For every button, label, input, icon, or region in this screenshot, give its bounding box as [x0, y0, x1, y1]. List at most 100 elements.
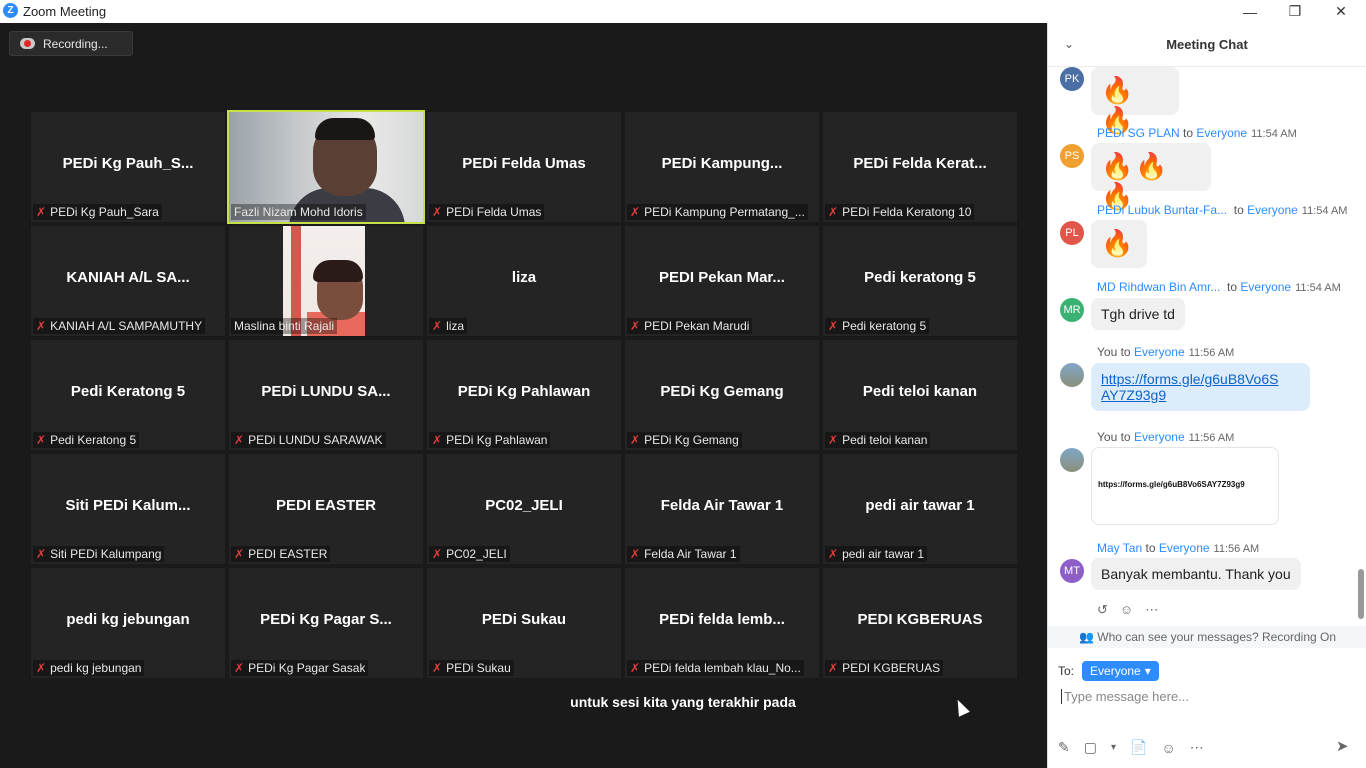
sender-name[interactable]: May Tan: [1097, 541, 1142, 555]
avatar: MR: [1060, 298, 1084, 322]
file-icon[interactable]: 📄: [1130, 739, 1147, 756]
recording-indicator[interactable]: Recording...: [9, 31, 133, 56]
participant-display-name: PEDi Felda Kerat...: [853, 155, 987, 172]
participant-tile[interactable]: Pedi teloi kanan ✗ Pedi teloi kanan: [823, 340, 1017, 450]
fire-emoji-message: 🔥🔥: [1091, 67, 1179, 135]
participant-label: ✗ PEDi Kampung Permatang_...: [627, 204, 808, 220]
chevron-down-icon[interactable]: ▾: [1111, 742, 1116, 753]
participant-name: liza: [446, 319, 465, 333]
recipient-row: To: Everyone ▾: [1058, 661, 1159, 681]
screenshot-icon[interactable]: ▢: [1084, 739, 1097, 756]
participant-tile[interactable]: PEDi Sukau ✗ PEDi Sukau: [427, 568, 621, 678]
more-options-icon[interactable]: ⋯: [1145, 602, 1158, 618]
reply-icon[interactable]: ↺: [1097, 602, 1108, 618]
more-options-icon[interactable]: ⋯: [1190, 739, 1204, 756]
participant-tile[interactable]: Pedi Keratong 5 ✗ Pedi Keratong 5: [31, 340, 225, 450]
participant-display-name: PEDI KGBERUAS: [857, 611, 983, 628]
participant-tile[interactable]: PEDI EASTER ✗ PEDI EASTER: [229, 454, 423, 564]
fire-emoji-message: 🔥🔥🔥: [1091, 143, 1211, 211]
link-message-bubble: https://forms.gle/g6uB8Vo6S AY7Z93g9: [1091, 363, 1310, 411]
emoji-icon[interactable]: ☺: [1161, 740, 1175, 756]
minimize-button[interactable]: —: [1227, 0, 1273, 23]
message-header: PEDi SG PLAN to Everyone 11:54 AM: [1097, 126, 1297, 140]
participant-tile[interactable]: Felda Air Tawar 1 ✗ Felda Air Tawar 1: [625, 454, 819, 564]
participant-tile[interactable]: PC02_JELI ✗ PC02_JELI: [427, 454, 621, 564]
to-word: to: [1233, 203, 1244, 217]
participant-display-name: pedi air tawar 1: [865, 497, 975, 514]
image-message[interactable]: https://forms.gle/g6uB8Vo6SAY7Z93g9: [1091, 447, 1279, 525]
zoom-logo-icon: Z: [3, 3, 18, 18]
message-time: 11:54 AM: [1251, 128, 1297, 140]
participant-tile[interactable]: pedi air tawar 1 ✗ pedi air tawar 1: [823, 454, 1017, 564]
recipient-name: Everyone: [1240, 280, 1292, 294]
fire-emoji-message: 🔥: [1091, 220, 1147, 268]
participant-name: Siti PEDi Kalumpang: [50, 547, 162, 561]
participant-tile[interactable]: Maslina binti Rajali: [229, 226, 423, 336]
participant-tile[interactable]: liza ✗ liza: [427, 226, 621, 336]
to-word: to: [1145, 541, 1156, 555]
participant-label: ✗ Siti PEDi Kalumpang: [33, 546, 165, 562]
participant-tile[interactable]: PEDi Kg Gemang ✗ PEDi Kg Gemang: [625, 340, 819, 450]
participant-name: PEDi Felda Keratong 10: [842, 205, 972, 219]
participant-tile[interactable]: PEDI Pekan Mar... ✗ PEDI Pekan Marudi: [625, 226, 819, 336]
participant-display-name: PEDi Kg Pahlawan: [457, 383, 591, 400]
to-word: to: [1183, 126, 1194, 140]
send-icon[interactable]: ➤: [1336, 737, 1349, 755]
participant-tile[interactable]: pedi kg jebungan ✗ pedi kg jebungan: [31, 568, 225, 678]
participant-name: PEDi Kampung Permatang_...: [644, 205, 805, 219]
restore-button[interactable]: ❐: [1272, 0, 1318, 23]
participant-label: ✗ Pedi keratong 5: [825, 318, 930, 334]
participant-label: ✗ Pedi teloi kanan: [825, 432, 931, 448]
participant-name: PEDi Kg Pauh_Sara: [50, 205, 159, 219]
participant-display-name: PC02_JELI: [485, 497, 563, 514]
message-header: MD Rihdwan Bin Amr... to Everyone 11:54 A…: [1097, 280, 1341, 294]
close-button[interactable]: ✕: [1318, 0, 1364, 23]
participant-display-name: PEDI EASTER: [275, 497, 377, 514]
sender-name[interactable]: PEDi Lubuk Buntar-Fa...: [1097, 203, 1227, 217]
chat-message-bubble: Tgh drive td: [1091, 298, 1185, 330]
participant-tile[interactable]: PEDi Kg Pahlawan ✗ PEDi Kg Pahlawan: [427, 340, 621, 450]
participant-tile[interactable]: Pedi keratong 5 ✗ Pedi keratong 5: [823, 226, 1017, 336]
muted-mic-icon: ✗: [432, 661, 443, 675]
participant-tile[interactable]: PEDi LUNDU SA... ✗ PEDi LUNDU SARAWAK: [229, 340, 423, 450]
participant-grid: PEDi Kg Pauh_S... ✗ PEDi Kg Pauh_Sara Fazli…: [31, 110, 1017, 678]
people-icon: 👥: [1078, 630, 1094, 644]
participant-tile[interactable]: PEDi Felda Kerat... ✗ PEDi Felda Keratong …: [823, 112, 1017, 222]
message-header: You to Everyone 11:56 AM: [1097, 430, 1234, 444]
chat-header: ⌄ Meeting Chat: [1048, 23, 1366, 67]
chat-input[interactable]: Type message here...: [1061, 689, 1189, 704]
participant-tile[interactable]: Siti PEDi Kalum... ✗ Siti PEDi Kalumpang: [31, 454, 225, 564]
participant-tile[interactable]: PEDI KGBERUAS ✗ PEDI KGBERUAS: [823, 568, 1017, 678]
privacy-notice-text: Who can see your messages? Recording On: [1097, 630, 1337, 644]
video-gallery: Recording... PEDi Kg Pauh_S... ✗ PEDi Kg P…: [0, 23, 1047, 768]
participant-tile[interactable]: KANIAH A/L SA... ✗ KANIAH A/L SAMPAMUTHY: [31, 226, 225, 336]
participant-display-name: KANIAH A/L SA...: [66, 269, 190, 286]
participant-tile[interactable]: PEDi Kampung... ✗ PEDi Kampung Permatang_.…: [625, 112, 819, 222]
recipient-dropdown[interactable]: Everyone ▾: [1082, 661, 1159, 681]
participant-tile[interactable]: PEDi felda lemb... ✗ PEDi felda lembah kla…: [625, 568, 819, 678]
muted-mic-icon: ✗: [234, 547, 245, 561]
title-bar: Z Zoom Meeting — ❐ ✕: [0, 0, 1366, 23]
sender-name[interactable]: PEDi SG PLAN: [1097, 126, 1180, 140]
chat-scrollbar[interactable]: [1358, 569, 1364, 619]
participant-tile[interactable]: PEDi Felda Umas ✗ PEDi Felda Umas: [427, 112, 621, 222]
participant-display-name: Pedi keratong 5: [864, 269, 976, 286]
format-icon[interactable]: ✎: [1058, 739, 1070, 756]
emoji-react-icon[interactable]: ☺: [1120, 602, 1133, 618]
participant-tile[interactable]: PEDi Kg Pauh_S... ✗ PEDi Kg Pauh_Sara: [31, 112, 225, 222]
form-link[interactable]: https://forms.gle/g6uB8Vo6S: [1101, 371, 1300, 387]
video-figure: [313, 260, 363, 282]
participant-display-name: PEDi Kg Pauh_S...: [62, 155, 194, 172]
privacy-notice[interactable]: 👥 Who can see your messages? Recording O…: [1048, 626, 1366, 648]
avatar: PL: [1060, 221, 1084, 245]
participant-tile[interactable]: PEDi Kg Pagar S... ✗ PEDi Kg Pagar Sasak: [229, 568, 423, 678]
participant-name: PEDi Kg Pagar Sasak: [248, 661, 366, 675]
participant-label: ✗ PEDI EASTER: [231, 546, 331, 562]
participant-label: ✗ PEDi LUNDU SARAWAK: [231, 432, 386, 448]
participant-label: ✗ pedi kg jebungan: [33, 660, 145, 676]
sender-name[interactable]: MD Rihdwan Bin Amr...: [1097, 280, 1220, 294]
form-link-continued[interactable]: AY7Z93g9: [1101, 387, 1300, 403]
participant-tile[interactable]: Fazli Nizam Mohd Idoris: [227, 110, 425, 224]
recipient-value: Everyone: [1090, 664, 1141, 678]
muted-mic-icon: ✗: [36, 319, 47, 333]
